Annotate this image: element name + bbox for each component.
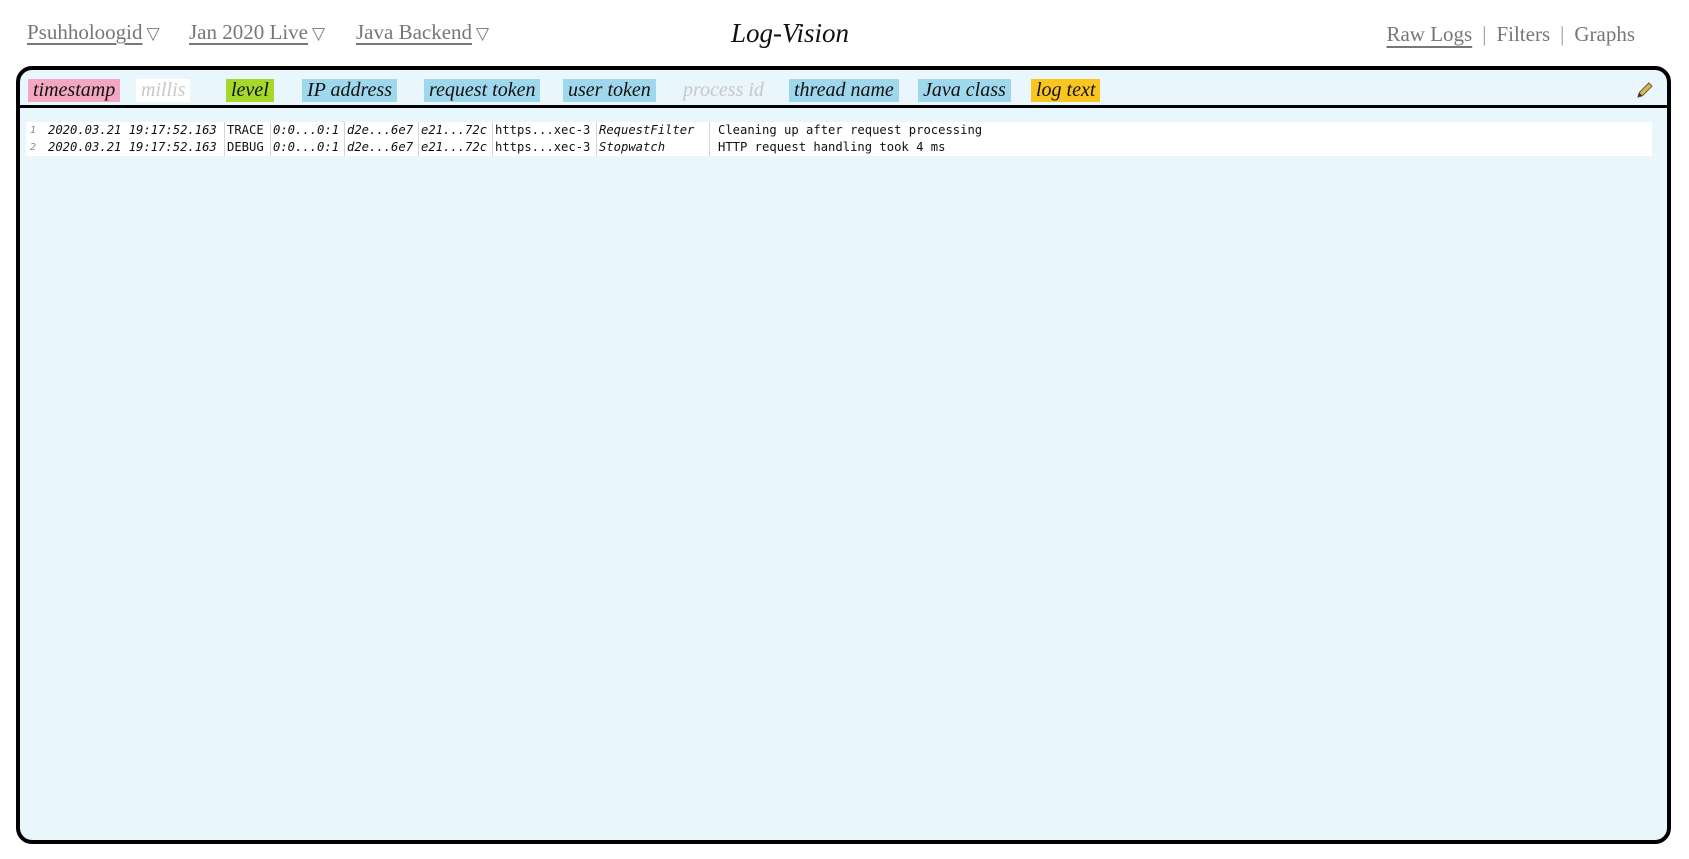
nav-graphs[interactable]: Graphs <box>1574 22 1635 46</box>
log-ip-address: 0:0...0:1 <box>270 122 339 139</box>
log-text: HTTP request handling took 4 ms <box>709 139 945 156</box>
field-chip-thread-name[interactable]: thread name <box>789 79 899 102</box>
line-number: 1 <box>29 125 37 136</box>
log-thread-name: https...xec-3 <box>492 139 590 156</box>
nav-raw-logs[interactable]: Raw Logs <box>1386 22 1472 46</box>
log-java-class: RequestFilter <box>596 122 707 139</box>
field-chip-request-token[interactable]: request token <box>424 79 541 102</box>
top-bar: Psuhholoogid ▽ Jan 2020 Live ▽ Java Backen… <box>0 0 1689 66</box>
log-timestamp: 2020.03.21 19:17:52.163 <box>48 123 217 137</box>
view-nav: Raw Logs | Filters | Graphs <box>1386 22 1635 47</box>
log-line[interactable]: 1 2020.03.21 19:17:52.163 TRACE 0:0...0:… <box>26 122 1652 139</box>
app-title: Log-Vision <box>730 18 849 48</box>
log-timestamp: 2020.03.21 19:17:52.163 <box>48 140 217 154</box>
log-line[interactable]: 2 2020.03.21 19:17:52.163 DEBUG 0:0...0:… <box>26 139 1652 156</box>
nav-separator: | <box>1482 22 1487 46</box>
log-user-token: e21...72c <box>418 139 487 156</box>
field-chip-timestamp[interactable]: timestamp <box>28 79 121 102</box>
line-number: 2 <box>29 142 37 153</box>
field-chip-level[interactable]: level <box>226 79 274 102</box>
nav-separator: | <box>1560 22 1565 46</box>
field-chip-ip-address[interactable]: IP address <box>302 79 397 102</box>
field-chip-process-id[interactable]: process id <box>678 79 769 102</box>
log-user-token: e21...72c <box>418 122 487 139</box>
nav-filters[interactable]: Filters <box>1496 22 1550 46</box>
field-chip-millis[interactable]: millis <box>136 79 191 102</box>
field-selector-bar: timestamp millis level IP address reques… <box>20 70 1667 108</box>
field-chip-log-text[interactable]: log text <box>1031 79 1101 102</box>
log-level: DEBUG <box>224 139 264 156</box>
log-request-token: d2e...6e7 <box>344 139 413 156</box>
log-request-token: d2e...6e7 <box>344 122 413 139</box>
pencil-icon[interactable] <box>1635 80 1655 100</box>
field-chip-java-class[interactable]: Java class <box>918 79 1011 102</box>
log-java-class: Stopwatch <box>596 139 707 156</box>
log-thread-name: https...xec-3 <box>492 122 590 139</box>
log-text: Cleaning up after request processing <box>709 122 982 139</box>
log-lines: 1 2020.03.21 19:17:52.163 TRACE 0:0...0:… <box>26 122 1652 156</box>
log-level: TRACE <box>224 122 264 139</box>
log-panel: timestamp millis level IP address reques… <box>16 66 1671 844</box>
field-chip-user-token[interactable]: user token <box>563 79 656 102</box>
log-ip-address: 0:0...0:1 <box>270 139 339 156</box>
